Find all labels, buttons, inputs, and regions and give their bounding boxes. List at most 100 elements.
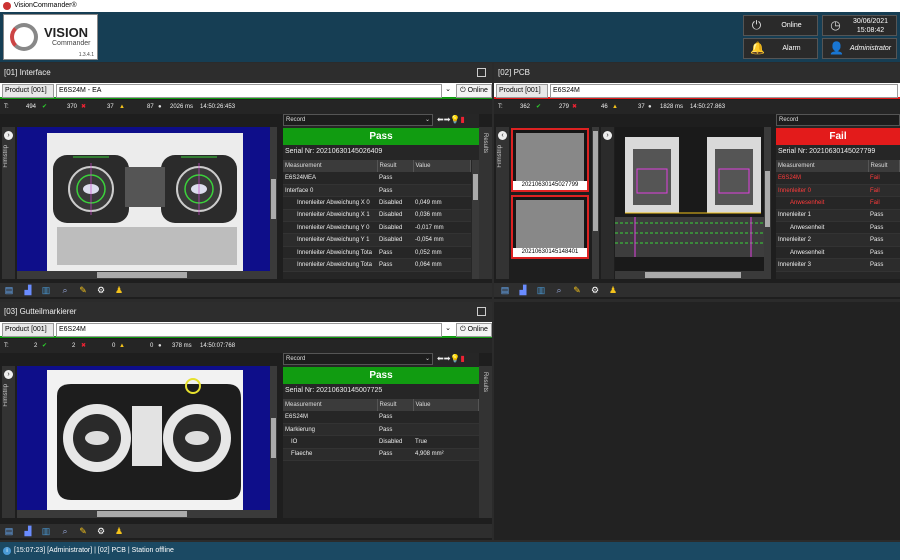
product-select[interactable]: E6S24M - EA (56, 84, 442, 98)
image-view-icon[interactable]: ▤ (4, 526, 14, 536)
table-row[interactable]: Interface 0 Pass (283, 184, 471, 198)
person-icon[interactable]: ♟ (114, 526, 124, 536)
chevron-down-icon[interactable]: ⌄ (443, 323, 453, 337)
filmstrip-collapse[interactable]: › (601, 127, 614, 279)
person-icon[interactable]: ♟ (608, 285, 618, 295)
table-row[interactable]: Innenleiter 0 Fail (776, 184, 900, 198)
panel-online-button[interactable]: ⏻ Online (456, 323, 492, 337)
image-hscroll[interactable] (615, 271, 771, 279)
stat-pass: 2 (72, 343, 76, 349)
record-select[interactable]: Record (776, 114, 900, 126)
product-label: Product [001] (496, 84, 548, 98)
pdf-icon[interactable]: ▮ (460, 354, 464, 363)
table-cell: Interface 0 (283, 184, 377, 198)
table-row[interactable]: Anwesenheit Pass (776, 246, 900, 260)
table-row[interactable]: Innenleiter Abweichung X 1 Disabled 0,036 … (283, 209, 471, 223)
zoom-icon[interactable]: ⌕ (554, 285, 564, 295)
database-icon[interactable]: ▥ (41, 285, 51, 295)
table-row[interactable]: Innenleiter Abweichung Y 0 Disabled -0,017… (283, 221, 471, 235)
lightbulb-icon[interactable]: 💡 (450, 115, 460, 124)
gear-icon[interactable]: ⚙ (590, 285, 600, 295)
zoom-icon[interactable]: ⌕ (60, 285, 70, 295)
table-cell: Innenleiter Abweichung Y 0 (283, 221, 377, 235)
stats-bar: T: 362 ✔ 279 ✖ 46 ▲ 37 ● 1828 ms 14:50:2… (494, 100, 900, 114)
filmstrip-thumb[interactable]: 20210630145027799 (511, 128, 589, 192)
gear-icon[interactable]: ⚙ (96, 526, 106, 536)
chart-icon[interactable]: ▟ (518, 285, 528, 295)
table-cell (413, 172, 471, 185)
panel-online-button[interactable]: ⏻ Online (456, 84, 492, 98)
cross-icon: ✖ (81, 104, 87, 110)
table-row[interactable]: Innenleiter Abweichung Y 1 Disabled -0,054… (283, 233, 471, 247)
chart-icon[interactable]: ▟ (23, 526, 33, 536)
inspection-image[interactable] (17, 366, 277, 510)
table-cell: Anwesenheit (776, 246, 868, 260)
table-row[interactable]: Markierung Pass (283, 423, 479, 437)
status-text: [15:07:23] [Administrator] | [02] PCB | … (14, 547, 174, 554)
table-row[interactable]: Innenleiter Abweichung Tota Pass 0,064 mm (283, 258, 471, 272)
table-cell: Pass (377, 258, 413, 272)
filmstrip-toggle[interactable]: › Filmstrip (2, 366, 15, 518)
stats-bar: T: 2 ✔ 2 ✖ 0 ▲ 0 ● 378 ms 14:50:07:768 (0, 339, 492, 353)
table-cell: Disabled (377, 435, 413, 449)
pdf-icon[interactable]: ▮ (460, 115, 464, 124)
inspection-image[interactable] (17, 127, 277, 271)
table-row[interactable]: Anwesenheit Fail (776, 196, 900, 210)
table-row[interactable]: E6S24M Pass (283, 411, 479, 424)
product-select[interactable]: E6S24M (550, 84, 898, 98)
table-cell: Anwesenheit (776, 196, 868, 210)
filmstrip-thumb[interactable]: 20210630145148401 (511, 195, 589, 259)
alarm-button[interactable]: 🔔 Alarm (743, 38, 818, 59)
gear-icon[interactable]: ⚙ (96, 285, 106, 295)
image-view-icon[interactable]: ▤ (500, 285, 510, 295)
table-row[interactable]: Innenleiter Abweichung Tota Pass 0,052 mm (283, 246, 471, 260)
table-cell: Innenleiter 2 (776, 233, 868, 247)
image-hscroll[interactable] (17, 271, 277, 279)
database-icon[interactable]: ▥ (41, 526, 51, 536)
table-row[interactable]: E6S24M Fail (776, 172, 900, 185)
filmstrip-toggle[interactable]: ‹ Filmstrip (496, 127, 509, 279)
image-vscroll[interactable] (270, 366, 277, 510)
expand-icon[interactable] (477, 307, 486, 316)
product-select[interactable]: E6S24M (56, 323, 442, 337)
inspection-image[interactable] (615, 127, 771, 271)
arrow-left-icon[interactable]: ⬅ (437, 115, 444, 124)
expand-icon[interactable] (477, 68, 486, 77)
results-toggle[interactable]: Results (479, 366, 492, 518)
table-row[interactable]: Innenleiter 3 Pass (776, 258, 900, 272)
results-toggle[interactable]: Results (479, 127, 492, 279)
edit-icon[interactable]: ✎ (78, 526, 88, 536)
table-row[interactable]: Innenleiter 1 Pass (776, 209, 900, 223)
image-vscroll[interactable] (270, 127, 277, 271)
table-row[interactable]: IO Disabled True (283, 435, 479, 449)
table-cell: Disabled (377, 209, 413, 223)
record-select[interactable]: Record ⌄ (283, 114, 433, 126)
table-cell: Pass (377, 448, 413, 462)
table-row[interactable]: Innenleiter Abweichung X 0 Disabled 0,049 … (283, 196, 471, 210)
filmstrip-vscroll[interactable] (592, 127, 599, 279)
results-vscroll[interactable] (472, 160, 479, 279)
lightbulb-icon[interactable]: 💡 (450, 354, 460, 363)
record-select[interactable]: Record ⌄ (283, 353, 433, 365)
zoom-icon[interactable]: ⌕ (60, 526, 70, 536)
online-button[interactable]: ⏻ Online (743, 15, 818, 36)
database-icon[interactable]: ▥ (536, 285, 546, 295)
image-vscroll[interactable] (764, 127, 771, 271)
record-nav: ⬅➡💡▮ (437, 115, 465, 125)
table-row[interactable]: Flaeche Pass 4,908 mm² (283, 448, 479, 462)
image-hscroll[interactable] (17, 510, 277, 518)
table-cell: Innenleiter Abweichung Y 1 (283, 233, 377, 247)
table-cell: True (413, 435, 479, 449)
table-row[interactable]: Anwesenheit Pass (776, 221, 900, 235)
user-button[interactable]: 👤 Administrator (822, 38, 897, 59)
person-icon[interactable]: ♟ (114, 285, 124, 295)
table-row[interactable]: E6S24MEA Pass (283, 172, 471, 185)
filmstrip-toggle[interactable]: › Filmstrip (2, 127, 15, 279)
chevron-down-icon[interactable]: ⌄ (443, 84, 453, 98)
chart-icon[interactable]: ▟ (23, 285, 33, 295)
edit-icon[interactable]: ✎ (78, 285, 88, 295)
table-row[interactable]: Innenleiter 2 Pass (776, 233, 900, 247)
image-view-icon[interactable]: ▤ (4, 285, 14, 295)
arrow-left-icon[interactable]: ⬅ (437, 354, 444, 363)
edit-icon[interactable]: ✎ (572, 285, 582, 295)
